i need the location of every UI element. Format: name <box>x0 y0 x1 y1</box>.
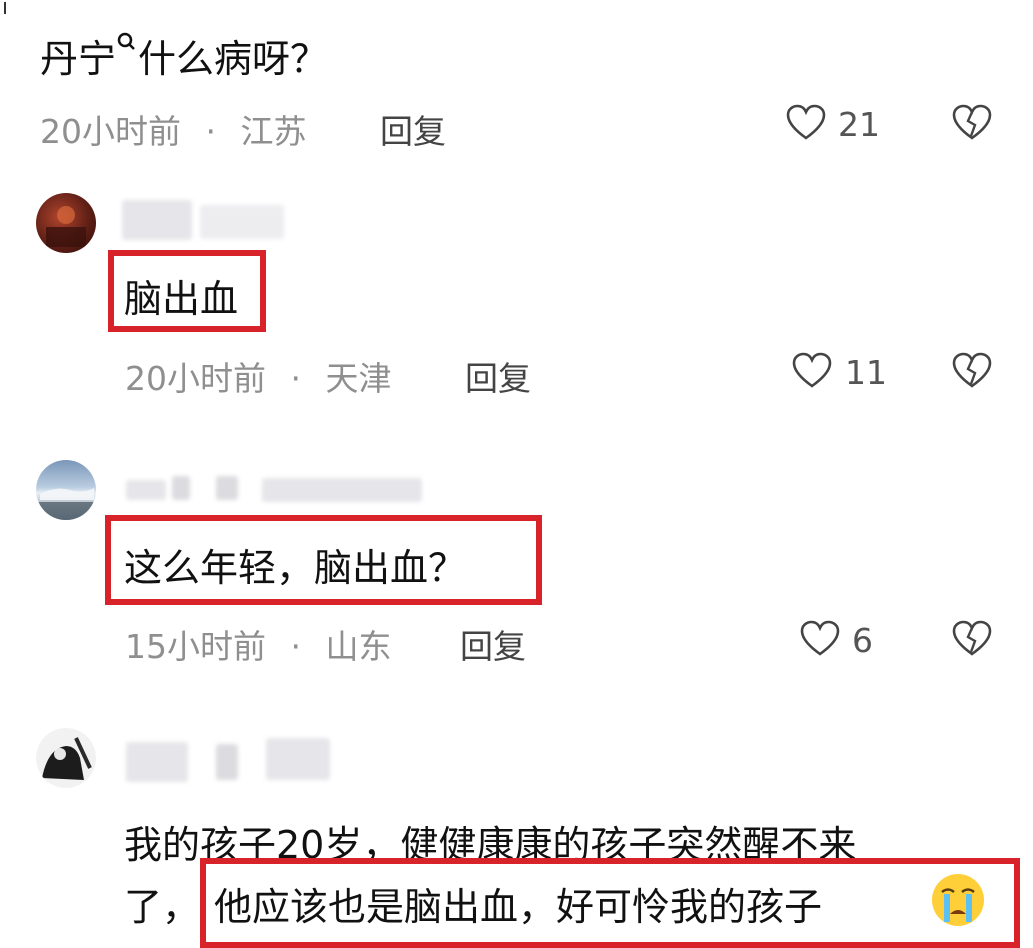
reply-button[interactable]: 回复 <box>380 105 446 153</box>
question-part1: 丹宁 <box>40 37 117 81</box>
avatar[interactable] <box>36 728 96 788</box>
avatar[interactable] <box>36 193 96 253</box>
location: 山东 <box>325 627 392 666</box>
username-redacted <box>216 744 238 780</box>
like-count: 11 <box>845 353 887 392</box>
like-count: 6 <box>852 621 873 660</box>
meta-separator: · <box>290 359 302 398</box>
dislike-icon[interactable] <box>952 352 992 390</box>
comment-text-line2-prefix: 了， <box>124 885 201 929</box>
heart-icon[interactable] <box>786 104 826 142</box>
username-redacted <box>216 476 238 500</box>
reply-button[interactable]: 回复 <box>460 620 526 668</box>
edge-mark <box>4 2 6 14</box>
location: 天津 <box>325 359 392 398</box>
comment-meta: 15小时前 · 山东 <box>125 620 392 668</box>
timestamp: 20小时前 <box>125 359 266 398</box>
meta-separator: · <box>290 627 302 666</box>
timestamp: 20小时前 <box>40 112 181 151</box>
dislike-icon[interactable] <box>952 104 992 142</box>
question-part2: 什么病呀？ <box>138 37 329 81</box>
crying-face-icon <box>930 872 986 928</box>
question-text: 丹宁 什么病呀？ <box>40 28 328 83</box>
comment-meta: 20小时前 · 江苏 <box>40 105 307 153</box>
username-redacted <box>126 742 188 782</box>
username-redacted <box>122 200 192 240</box>
like-count: 21 <box>838 105 880 144</box>
comment-text: 脑出血 <box>124 277 239 321</box>
dislike-icon[interactable] <box>952 620 992 658</box>
reply-button[interactable]: 回复 <box>465 352 531 400</box>
comment-meta: 20小时前 · 天津 <box>125 352 392 400</box>
username-redacted <box>200 205 284 239</box>
comment-text: 这么年轻，脑出血？ <box>124 546 467 590</box>
username-redacted <box>262 478 422 502</box>
avatar[interactable] <box>36 460 96 520</box>
heart-icon[interactable] <box>792 352 832 390</box>
heart-icon[interactable] <box>800 620 840 658</box>
meta-separator: · <box>205 112 217 151</box>
username-redacted <box>172 476 190 500</box>
username-redacted <box>126 480 166 500</box>
location: 江苏 <box>240 112 307 151</box>
comment-text-line2-highlight: 他应该也是脑出血，好可怜我的孩子 <box>214 885 823 929</box>
search-icon[interactable] <box>116 28 138 62</box>
username-redacted <box>266 738 330 780</box>
timestamp: 15小时前 <box>125 627 266 666</box>
